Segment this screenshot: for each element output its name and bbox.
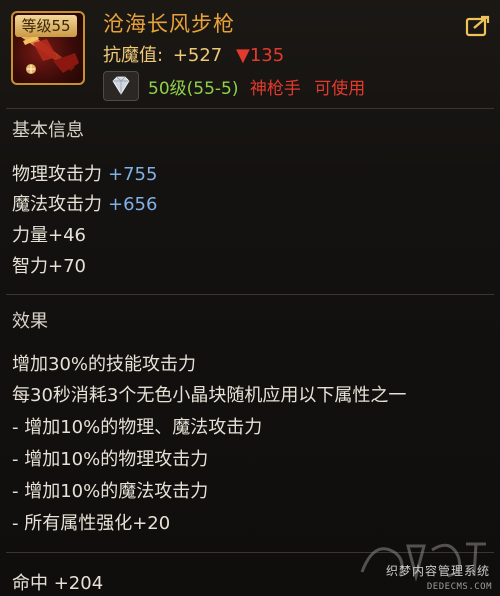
compare-icon: [465, 15, 490, 37]
item-name: 沧海长风步枪: [103, 12, 235, 36]
requirement-row: 50级(55-5) 神枪手 可使用: [148, 74, 365, 99]
resist-row: 抗魔值: +527 ▼135: [103, 41, 284, 67]
effect-line: - 增加10%的魔法攻击力: [12, 481, 209, 502]
basic-info-title: 基本信息: [12, 120, 84, 141]
weapon-icon-frame: 等级55: [11, 11, 85, 85]
effect-line: 增加30%的技能攻击力: [12, 354, 197, 375]
stat-intelligence: 智力+70: [12, 256, 86, 277]
resist-value: +527: [172, 45, 223, 66]
stat-label: 魔法攻击力: [12, 194, 102, 215]
gem-slot: [103, 71, 139, 101]
effects-title: 效果: [12, 311, 48, 332]
effect-line: - 所有属性强化+20: [12, 513, 171, 534]
divider: [6, 108, 494, 109]
effect-line: - 增加10%的物理、魔法攻击力: [12, 417, 263, 438]
diamond-icon: [112, 76, 130, 95]
level-tag: 等级55: [15, 15, 77, 37]
stat-label: 物理攻击力: [12, 164, 102, 185]
requirement-class: 神枪手: [249, 79, 301, 99]
effect-line: - 增加10%的物理攻击力: [12, 449, 209, 470]
item-tooltip: 等级55 沧海长风步枪 抗魔值: +527 ▼135 50级(55-5) 神枪手…: [0, 0, 500, 596]
requirement-level: 50级(55-5): [148, 79, 239, 99]
stat-physical-attack: 物理攻击力 +755: [12, 160, 157, 186]
stat-value: +656: [108, 194, 158, 215]
watermark-site: 织梦内容管理系统: [385, 564, 490, 578]
resist-label: 抗魔值:: [103, 45, 164, 66]
effect-line: 每30秒消耗3个无色小晶块随机应用以下属性之一: [12, 385, 407, 406]
stat-strength: 力量+46: [12, 225, 86, 246]
requirement-usable: 可使用: [314, 79, 366, 99]
compare-button[interactable]: [465, 14, 491, 38]
resist-down: ▼135: [236, 45, 285, 66]
stat-value: +755: [108, 164, 158, 185]
stat-magic-attack: 魔法攻击力 +656: [12, 190, 157, 216]
divider: [6, 294, 494, 295]
watermark-url: DEDECMS.COM: [426, 582, 492, 592]
hit-stat: 命中 +204: [12, 573, 104, 594]
